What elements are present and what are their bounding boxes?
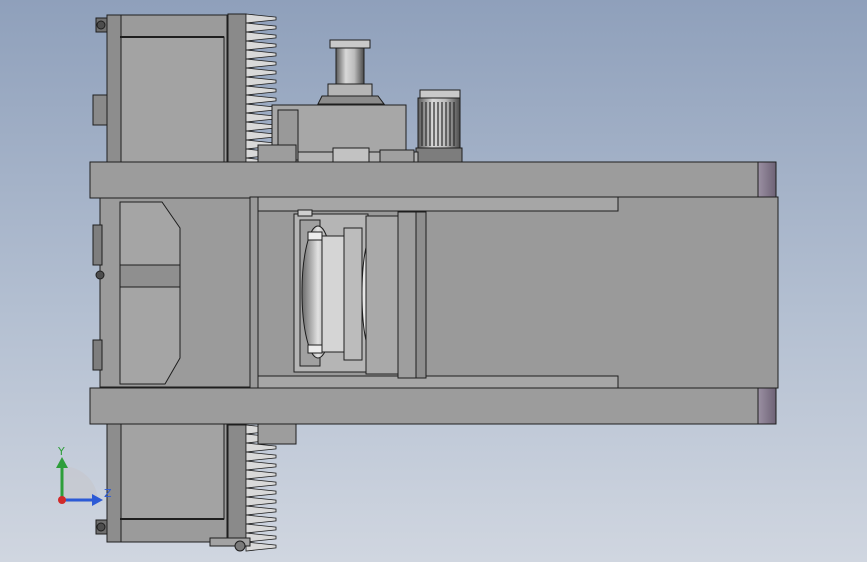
lower-left-mount-bracket [95, 519, 108, 535]
fin [245, 460, 277, 471]
y-axis-label: Y [57, 445, 65, 458]
axis-triad: Y Z [56, 445, 112, 506]
fin-backing-plate [227, 424, 247, 546]
lower-left-housing [106, 423, 228, 543]
fin [245, 469, 277, 480]
fin [245, 76, 277, 87]
fin-backing-plate [227, 13, 247, 163]
lower-main-rail [89, 387, 777, 425]
fin [245, 49, 277, 60]
fin [245, 478, 277, 489]
fin [245, 487, 277, 498]
upper-heat-sink-fins [227, 13, 277, 168]
drive-motor [415, 89, 463, 163]
x-axis-point [58, 496, 66, 504]
wheel-assembly [293, 209, 427, 379]
pneumatic-cylinder [317, 39, 385, 105]
fin [245, 67, 277, 78]
fin [245, 505, 277, 516]
upper-left-mount-bracket [92, 17, 108, 126]
fin [245, 58, 277, 69]
fin [245, 13, 277, 24]
fin [245, 496, 277, 507]
fin [245, 451, 277, 462]
upper-main-rail [89, 161, 777, 199]
fin [245, 523, 277, 534]
fin [245, 40, 277, 51]
cad-viewport[interactable]: Y Z [0, 0, 867, 562]
fin [245, 94, 277, 105]
fin [245, 85, 277, 96]
fin [245, 514, 277, 525]
z-axis-label: Z [104, 487, 112, 500]
fin [245, 22, 277, 33]
center-left-guard [92, 196, 251, 388]
fin [245, 31, 277, 42]
upper-left-housing [106, 14, 228, 164]
